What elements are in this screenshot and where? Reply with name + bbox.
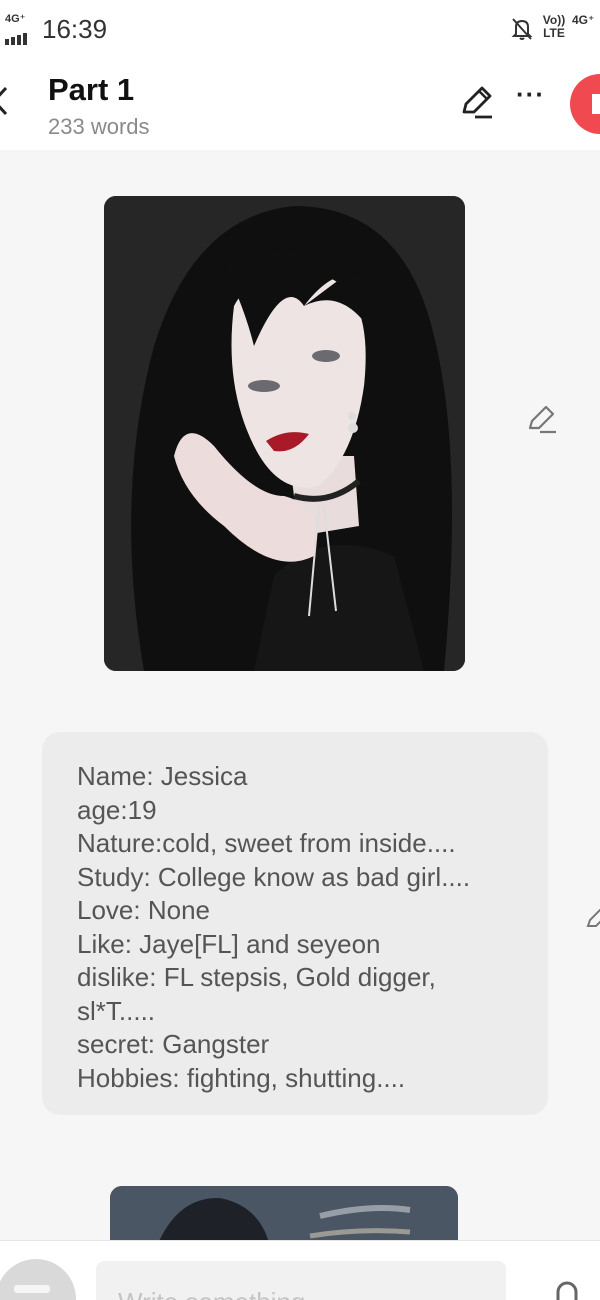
more-icon[interactable]: ···	[516, 81, 548, 118]
text-line: dislike: FL stepsis, Gold digger,	[77, 962, 436, 992]
bell-off-icon	[511, 18, 533, 40]
story-image[interactable]	[104, 196, 465, 671]
text-line: Like: Jaye[FL] and seyeon	[77, 928, 381, 959]
publish-button[interactable]	[570, 74, 600, 134]
text-block[interactable]: Name: Jessica age:19 Nature:cold, sweet …	[42, 732, 548, 1115]
illustration	[104, 196, 465, 671]
text-line: Nature:cold, sweet from inside....	[77, 828, 456, 858]
story-header: Part 1 233 words ···	[0, 56, 600, 150]
story-image-second[interactable]	[110, 1186, 458, 1240]
text-line: Name: Jessica	[77, 761, 248, 791]
composer-bar	[0, 1240, 600, 1300]
text-line: Study: College know as bad girl....	[77, 861, 471, 892]
back-icon[interactable]	[0, 84, 10, 118]
illustration-second	[110, 1186, 458, 1240]
page-title: Part 1	[48, 72, 135, 107]
status-time: 16:39	[42, 14, 108, 44]
volte-icon: Vo)) LTE	[542, 13, 566, 40]
text-line: Hobbies: fighting, shutting....	[77, 1062, 406, 1093]
network-type-left: 4G⁺	[5, 13, 26, 25]
edit-text-icon[interactable]	[586, 902, 600, 930]
4g-icon: 4G⁺	[572, 13, 595, 27]
mic-icon[interactable]	[552, 1277, 582, 1300]
edit-icon[interactable]	[458, 84, 494, 120]
status-bar: 4G⁺ 16:39 Vo)) LTE 4G⁺	[0, 0, 600, 56]
story-content[interactable]: Name: Jessica age:19 Nature:cold, sweet …	[0, 150, 600, 1240]
signal-icon	[5, 27, 29, 45]
text-line: Love: None	[77, 895, 210, 925]
compose-input[interactable]	[96, 1261, 506, 1300]
word-count: 233 words	[48, 114, 150, 139]
text-line: age:19	[77, 794, 157, 825]
text-line: sl*T.....	[77, 995, 156, 1026]
add-media-button[interactable]	[0, 1259, 76, 1300]
edit-image-icon[interactable]	[526, 402, 558, 434]
text-line: secret: Gangster	[77, 1029, 270, 1059]
